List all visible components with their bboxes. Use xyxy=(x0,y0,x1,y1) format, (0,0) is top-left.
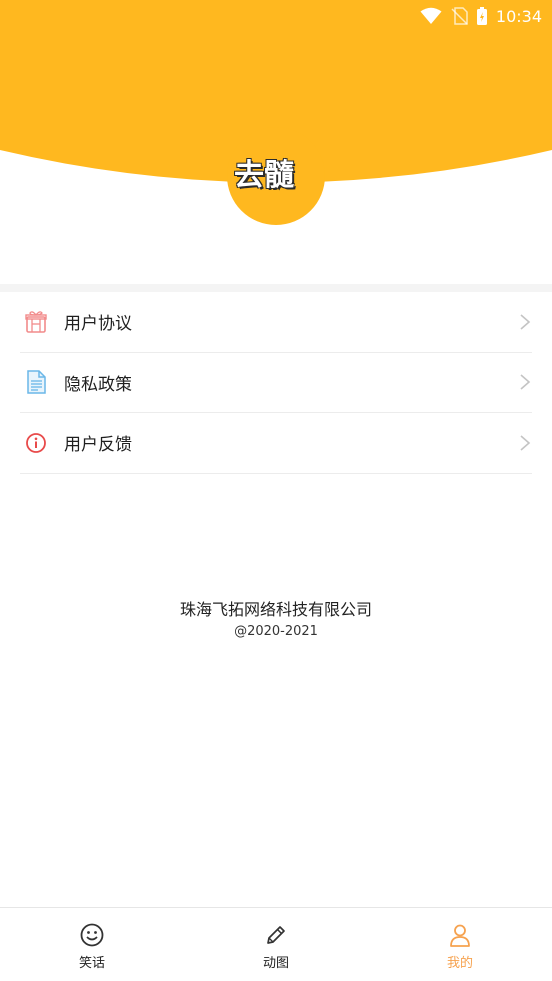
document-icon xyxy=(24,370,48,394)
logo-text: 去髓 xyxy=(234,158,294,193)
nav-tab-mine[interactable]: 我的 xyxy=(368,908,552,981)
status-time: 10:34 xyxy=(495,6,542,26)
chevron-right-icon xyxy=(520,435,531,451)
person-icon xyxy=(450,924,470,947)
gift-icon xyxy=(24,310,48,334)
menu-label: 用户协议 xyxy=(64,314,132,335)
company-name: 珠海飞拓网络科技有限公司 xyxy=(179,600,372,619)
bottom-nav: 笑话 动图 我的 xyxy=(0,907,552,981)
copyright-text: @2020-2021 xyxy=(234,624,318,639)
nav-tab-jokes[interactable]: 笑话 xyxy=(0,908,184,981)
menu-item-user-agreement[interactable]: 用户协议 xyxy=(20,292,532,353)
status-bar: 10:34 xyxy=(0,0,552,32)
menu-item-privacy-policy[interactable]: 隐私政策 xyxy=(20,353,532,413)
smiley-icon xyxy=(80,923,104,947)
nav-tab-gifs[interactable]: 动图 xyxy=(184,908,368,981)
company-info: 珠海飞拓网络科技有限公司 @2020-2021 xyxy=(0,596,552,639)
wifi-icon xyxy=(420,7,442,24)
menu-label: 用户反馈 xyxy=(64,435,132,456)
battery-charging-icon xyxy=(476,7,487,25)
menu-item-user-feedback[interactable]: 用户反馈 xyxy=(20,413,532,474)
nav-label: 笑话 xyxy=(78,956,105,971)
nav-label: 我的 xyxy=(446,956,473,971)
chevron-right-icon xyxy=(520,374,531,390)
pencil-icon xyxy=(267,926,285,944)
nav-label: 动图 xyxy=(262,956,289,971)
no-sim-icon xyxy=(451,7,468,25)
chevron-right-icon xyxy=(520,314,531,330)
menu-label: 隐私政策 xyxy=(64,374,132,395)
section-divider xyxy=(0,284,552,292)
info-icon xyxy=(24,431,48,455)
settings-menu: 用户协议 隐私政策 用户反馈 xyxy=(0,292,552,474)
app-logo: 去髓 xyxy=(226,148,326,228)
